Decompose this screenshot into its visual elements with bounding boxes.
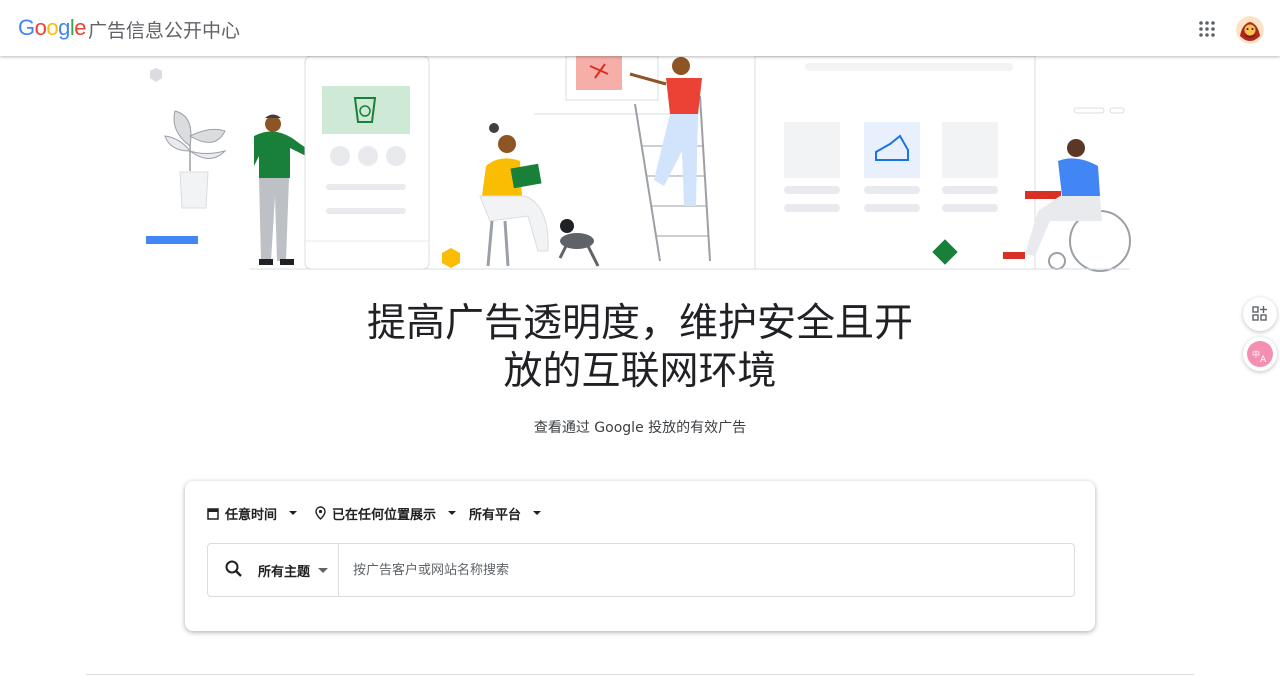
logo-letter-4: g xyxy=(58,15,70,40)
top-app-bar: Google 广告信息公开中心 xyxy=(0,0,1280,56)
add-widget-icon xyxy=(1252,306,1267,321)
app-title[interactable]: 广告信息公开中心 xyxy=(88,16,240,43)
filter-location[interactable]: 已在任何位置展示 xyxy=(315,503,457,523)
filter-time[interactable]: 任意时间 xyxy=(207,503,298,523)
search-icon[interactable] xyxy=(224,559,244,579)
search-card: 任意时间 已在任何位置展示 所有平台 所有主题 xyxy=(185,481,1095,631)
page-subtitle: 查看通过 Google 投放的有效广告 xyxy=(533,420,747,436)
ladder-woman-illustration xyxy=(534,56,711,262)
logo-letter-6: e xyxy=(74,15,87,40)
section-divider xyxy=(86,674,1194,675)
filter-platform-label: 所有平台 xyxy=(469,507,522,523)
phone-mockup-illustration xyxy=(304,56,430,270)
svg-text:中: 中 xyxy=(1252,349,1260,359)
search-input[interactable] xyxy=(339,544,1075,596)
blue-bar-shape xyxy=(146,236,198,244)
filter-location-label: 已在任何位置展示 xyxy=(332,507,437,523)
chevron-down-icon xyxy=(289,511,298,515)
translate-button[interactable]: 中 A xyxy=(1243,337,1277,371)
add-widget-button[interactable] xyxy=(1243,297,1277,331)
plant-illustration xyxy=(164,110,227,209)
apps-grid-icon[interactable] xyxy=(1198,20,1216,38)
location-pin-icon xyxy=(315,506,326,520)
hero-illustration xyxy=(146,56,1131,272)
grey-hexagon-shape xyxy=(150,68,162,82)
yellow-hexagon-shape xyxy=(442,248,460,268)
logo-letter-3: o xyxy=(46,15,59,40)
svg-text:A: A xyxy=(1260,355,1267,365)
filter-platform[interactable]: 所有平台 xyxy=(463,503,542,523)
headline-line-1: 提高广告透明度，维护安全且开 xyxy=(366,301,913,346)
chevron-down-icon xyxy=(533,511,542,515)
logo-letter-1: G xyxy=(18,15,35,40)
logo-letter-2: o xyxy=(34,15,47,40)
google-logo[interactable]: Google xyxy=(18,15,87,41)
calendar-icon xyxy=(207,507,219,520)
topic-dropdown-label: 所有主题 xyxy=(258,565,311,580)
chevron-down-icon xyxy=(448,511,457,515)
page-headline: 提高广告透明度，维护安全且开 放的互联网环境 xyxy=(0,300,1280,396)
dog-illustration xyxy=(558,219,600,267)
filter-time-label: 任意时间 xyxy=(225,507,278,523)
topic-dropdown[interactable]: 所有主题 xyxy=(258,561,329,580)
headline-line-2: 放的互联网环境 xyxy=(503,349,777,394)
translate-icon: 中 A xyxy=(1247,341,1273,367)
search-box: 所有主题 xyxy=(207,543,1075,597)
thinking-man-illustration xyxy=(254,114,310,265)
reading-woman-illustration xyxy=(479,123,549,267)
chevron-down-icon xyxy=(318,568,329,573)
account-avatar[interactable] xyxy=(1236,16,1264,44)
